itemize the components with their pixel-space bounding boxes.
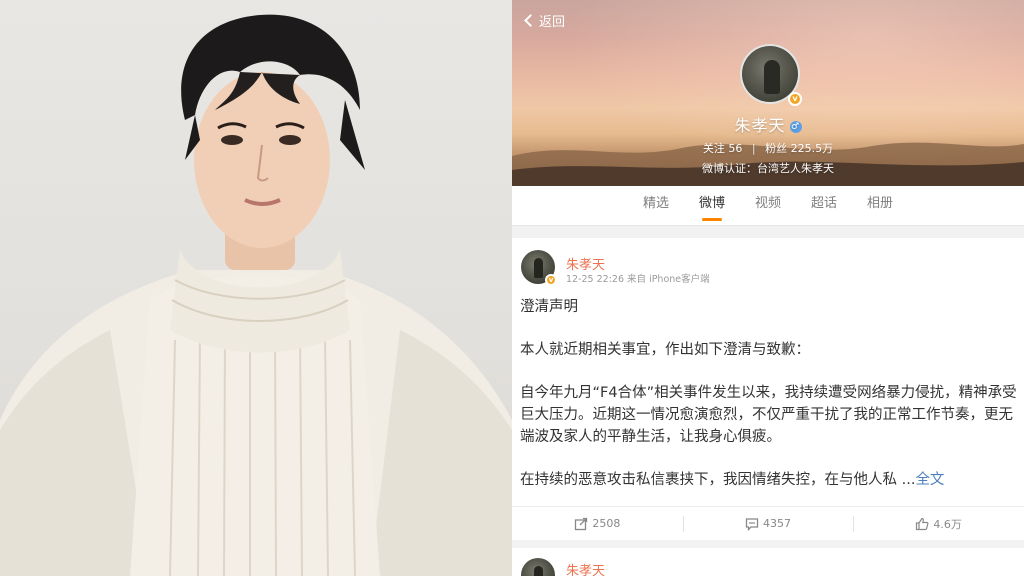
weibo-post-card: v 朱孝天 12-25 22:26 来自 iPhone客户端 澄清声明 本人就近… <box>512 238 1024 540</box>
comment-button[interactable]: 4357 <box>682 507 854 540</box>
profile-banner: 返回 v 朱孝天 ♂ 关注 56 | 粉丝 225.5万 微博认证：台湾艺人朱孝天 <box>512 0 1024 186</box>
post-source: 来自 iPhone客户端 <box>627 274 710 285</box>
avatar-figure <box>764 60 780 94</box>
comment-count: 4357 <box>763 517 791 530</box>
back-button[interactable]: 返回 <box>522 11 565 30</box>
stats-divider: | <box>751 142 756 155</box>
post-author-name[interactable]: 朱孝天 <box>566 560 605 576</box>
verification-text: 微博认证：台湾艺人朱孝天 <box>702 162 834 175</box>
tab-featured[interactable]: 精选 <box>643 186 669 225</box>
back-label: 返回 <box>539 15 566 30</box>
read-more-link[interactable]: 全文 <box>915 472 944 488</box>
avatar-figure <box>534 258 543 278</box>
post-meta: 12-25 22:26 来自 iPhone客户端 <box>566 271 710 285</box>
post-paragraph-text: 在持续的恶意攻击私信裹挟下，我因情绪失控，在与他人私 ... <box>520 472 916 488</box>
repost-icon <box>575 517 588 530</box>
profile-stats: 关注 56 | 粉丝 225.5万 <box>512 140 1024 156</box>
following-label: 关注 <box>702 142 725 155</box>
tab-videos[interactable]: 视频 <box>755 186 781 225</box>
repost-count: 2508 <box>592 517 621 530</box>
like-count: 4.6万 <box>933 517 962 531</box>
post-paragraph-truncated: 在持续的恶意攻击私信裹挟下，我因情绪失控，在与他人私 ...全文 <box>520 469 1020 491</box>
profile-name-row: 朱孝天 ♂ <box>512 112 1024 136</box>
portrait-illustration <box>0 14 512 576</box>
profile-tabs: 精选 微博 视频 超话 相册 <box>512 186 1024 226</box>
post-actions: 2508 4357 4.6万 <box>512 506 1024 540</box>
followers-label: 粉丝 <box>765 142 788 155</box>
followers-count: 225.5万 <box>790 142 834 155</box>
chevron-left-icon <box>524 14 537 27</box>
repost-button[interactable]: 2508 <box>512 507 683 540</box>
comment-icon <box>745 517 759 531</box>
verified-badge-icon: v <box>545 274 557 286</box>
weibo-profile-screen: 返回 v 朱孝天 ♂ 关注 56 | 粉丝 225.5万 微博认证：台湾艺人朱孝天… <box>512 0 1024 576</box>
post-body: 澄清声明 本人就近期相关事宜，作出如下澄清与致歉： 自今年九月“F4合体”相关事… <box>520 296 1020 512</box>
following-count: 56 <box>728 142 743 155</box>
portrait-photo <box>0 0 512 576</box>
profile-name: 朱孝天 <box>734 116 786 135</box>
followers-stat[interactable]: 粉丝 225.5万 <box>765 142 833 155</box>
post-time: 12-25 22:26 <box>566 274 625 285</box>
post-paragraph: 自今年九月“F4合体”相关事件发生以来，我持续遭受网络暴力侵扰，精神承受巨大压力… <box>520 385 1017 445</box>
thumbs-up-icon <box>916 517 929 530</box>
next-post-card: 朱孝天 <box>512 548 1024 576</box>
like-button[interactable]: 4.6万 <box>853 507 1024 540</box>
tab-supertopic[interactable]: 超话 <box>811 186 837 225</box>
post-paragraph: 本人就近期相关事宜，作出如下澄清与致歉： <box>520 342 810 358</box>
following-stat[interactable]: 关注 56 <box>703 142 743 155</box>
avatar-figure <box>534 566 543 576</box>
tab-albums[interactable]: 相册 <box>867 186 893 225</box>
tab-weibo[interactable]: 微博 <box>699 186 725 225</box>
verified-badge-icon: v <box>788 92 802 106</box>
post-paragraph: 澄清声明 <box>520 299 578 315</box>
gender-male-icon: ♂ <box>789 121 802 133</box>
post-author-avatar[interactable] <box>521 558 555 576</box>
